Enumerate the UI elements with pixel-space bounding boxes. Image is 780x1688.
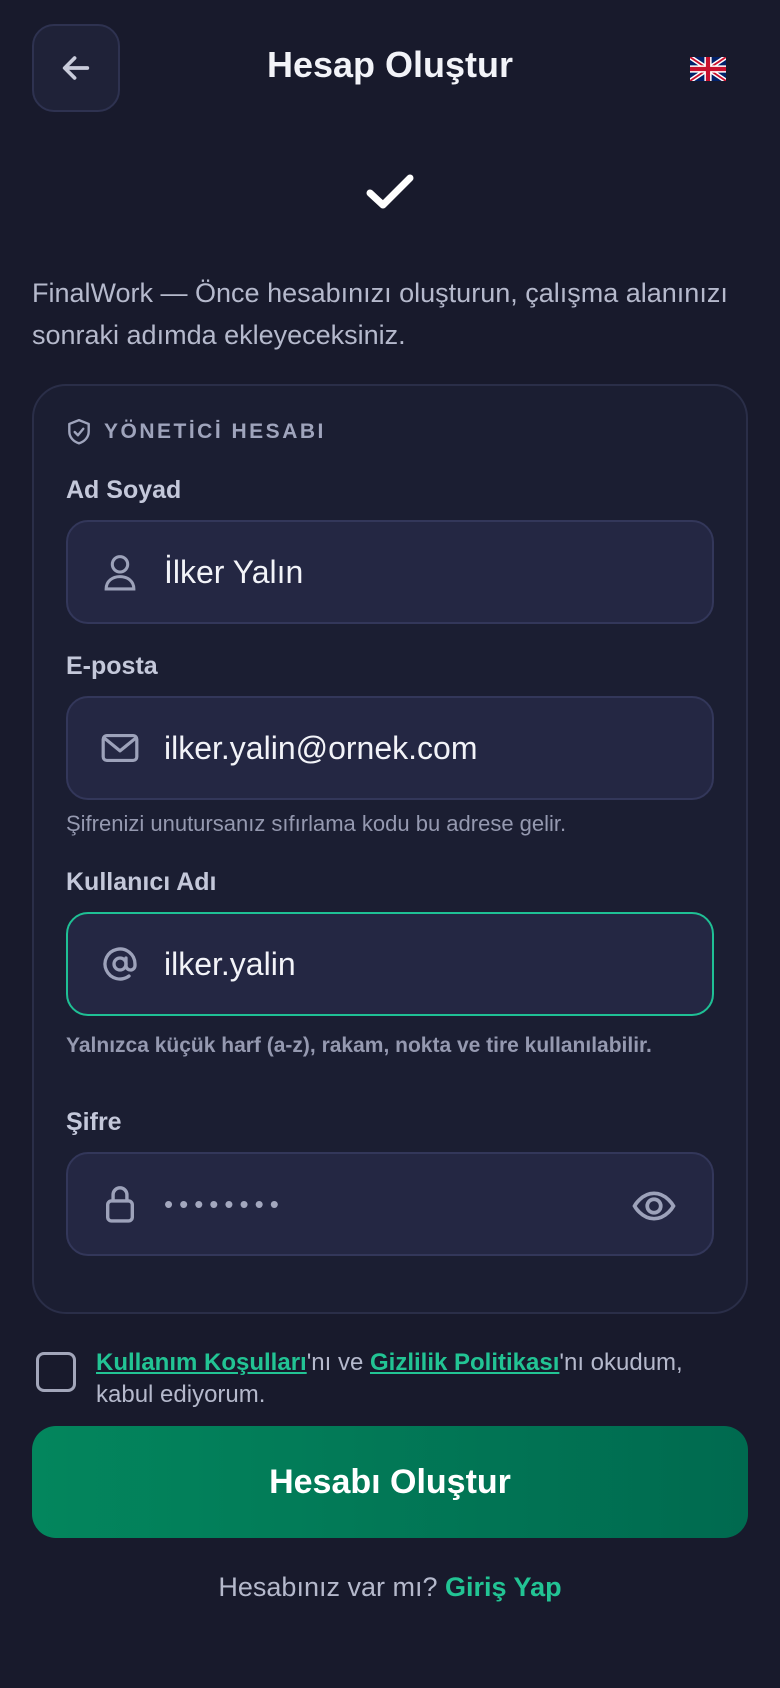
login-prompt: Hesabınız var mı? Giriş Yap: [0, 1572, 780, 1603]
page-title: Hesap Oluştur: [266, 44, 514, 85]
shield-check-icon: [68, 418, 90, 445]
email-input[interactable]: [164, 729, 624, 767]
login-link[interactable]: Giriş Yap: [445, 1572, 562, 1602]
terms-mid-text: 'nı ve: [306, 1349, 370, 1376]
full-name-field[interactable]: [66, 520, 714, 624]
checkmark-icon: [366, 174, 414, 209]
full-name-label: Ad Soyad: [66, 476, 182, 504]
username-field[interactable]: [66, 912, 714, 1016]
user-icon: [98, 550, 142, 594]
username-label: Kullanıcı Adı: [66, 868, 217, 896]
section-title: YÖNETİCİ HESABI: [66, 418, 326, 446]
password-field[interactable]: [66, 1152, 714, 1256]
username-input[interactable]: [164, 945, 624, 983]
at-icon: [98, 942, 142, 986]
email-field[interactable]: [66, 696, 714, 800]
password-label: Şifre: [66, 1108, 122, 1136]
password-input[interactable]: [164, 1188, 624, 1220]
email-help-text: Şifrenizi unutursanız sıfırlama kodu bu …: [66, 811, 567, 836]
mail-icon: [98, 726, 142, 770]
create-account-button[interactable]: Hesabı Oluştur: [32, 1426, 748, 1538]
header: Hesap Oluştur: [0, 0, 780, 140]
eye-icon[interactable]: [632, 1184, 676, 1228]
login-prompt-text: Hesabınız var mı?: [218, 1572, 438, 1602]
section-title-label: YÖNETİCİ HESABI: [104, 420, 326, 443]
privacy-policy-link[interactable]: Gizlilik Politikası: [370, 1349, 559, 1376]
terms-checkbox[interactable]: [36, 1352, 76, 1392]
username-help-text: Yalnızca küçük harf (a-z), rakam, nokta …: [66, 1034, 652, 1057]
intro-text: FinalWork — Önce hesabınızı oluşturun, ç…: [32, 278, 728, 350]
lock-icon: [98, 1182, 142, 1226]
terms-text: Kullanım Koşulları'nı ve Gizlilik Politi…: [96, 1347, 736, 1411]
uk-flag-icon[interactable]: [690, 57, 726, 81]
terms-of-use-link[interactable]: Kullanım Koşulları: [96, 1349, 307, 1376]
full-name-input[interactable]: [164, 553, 624, 591]
email-label: E-posta: [66, 652, 158, 680]
